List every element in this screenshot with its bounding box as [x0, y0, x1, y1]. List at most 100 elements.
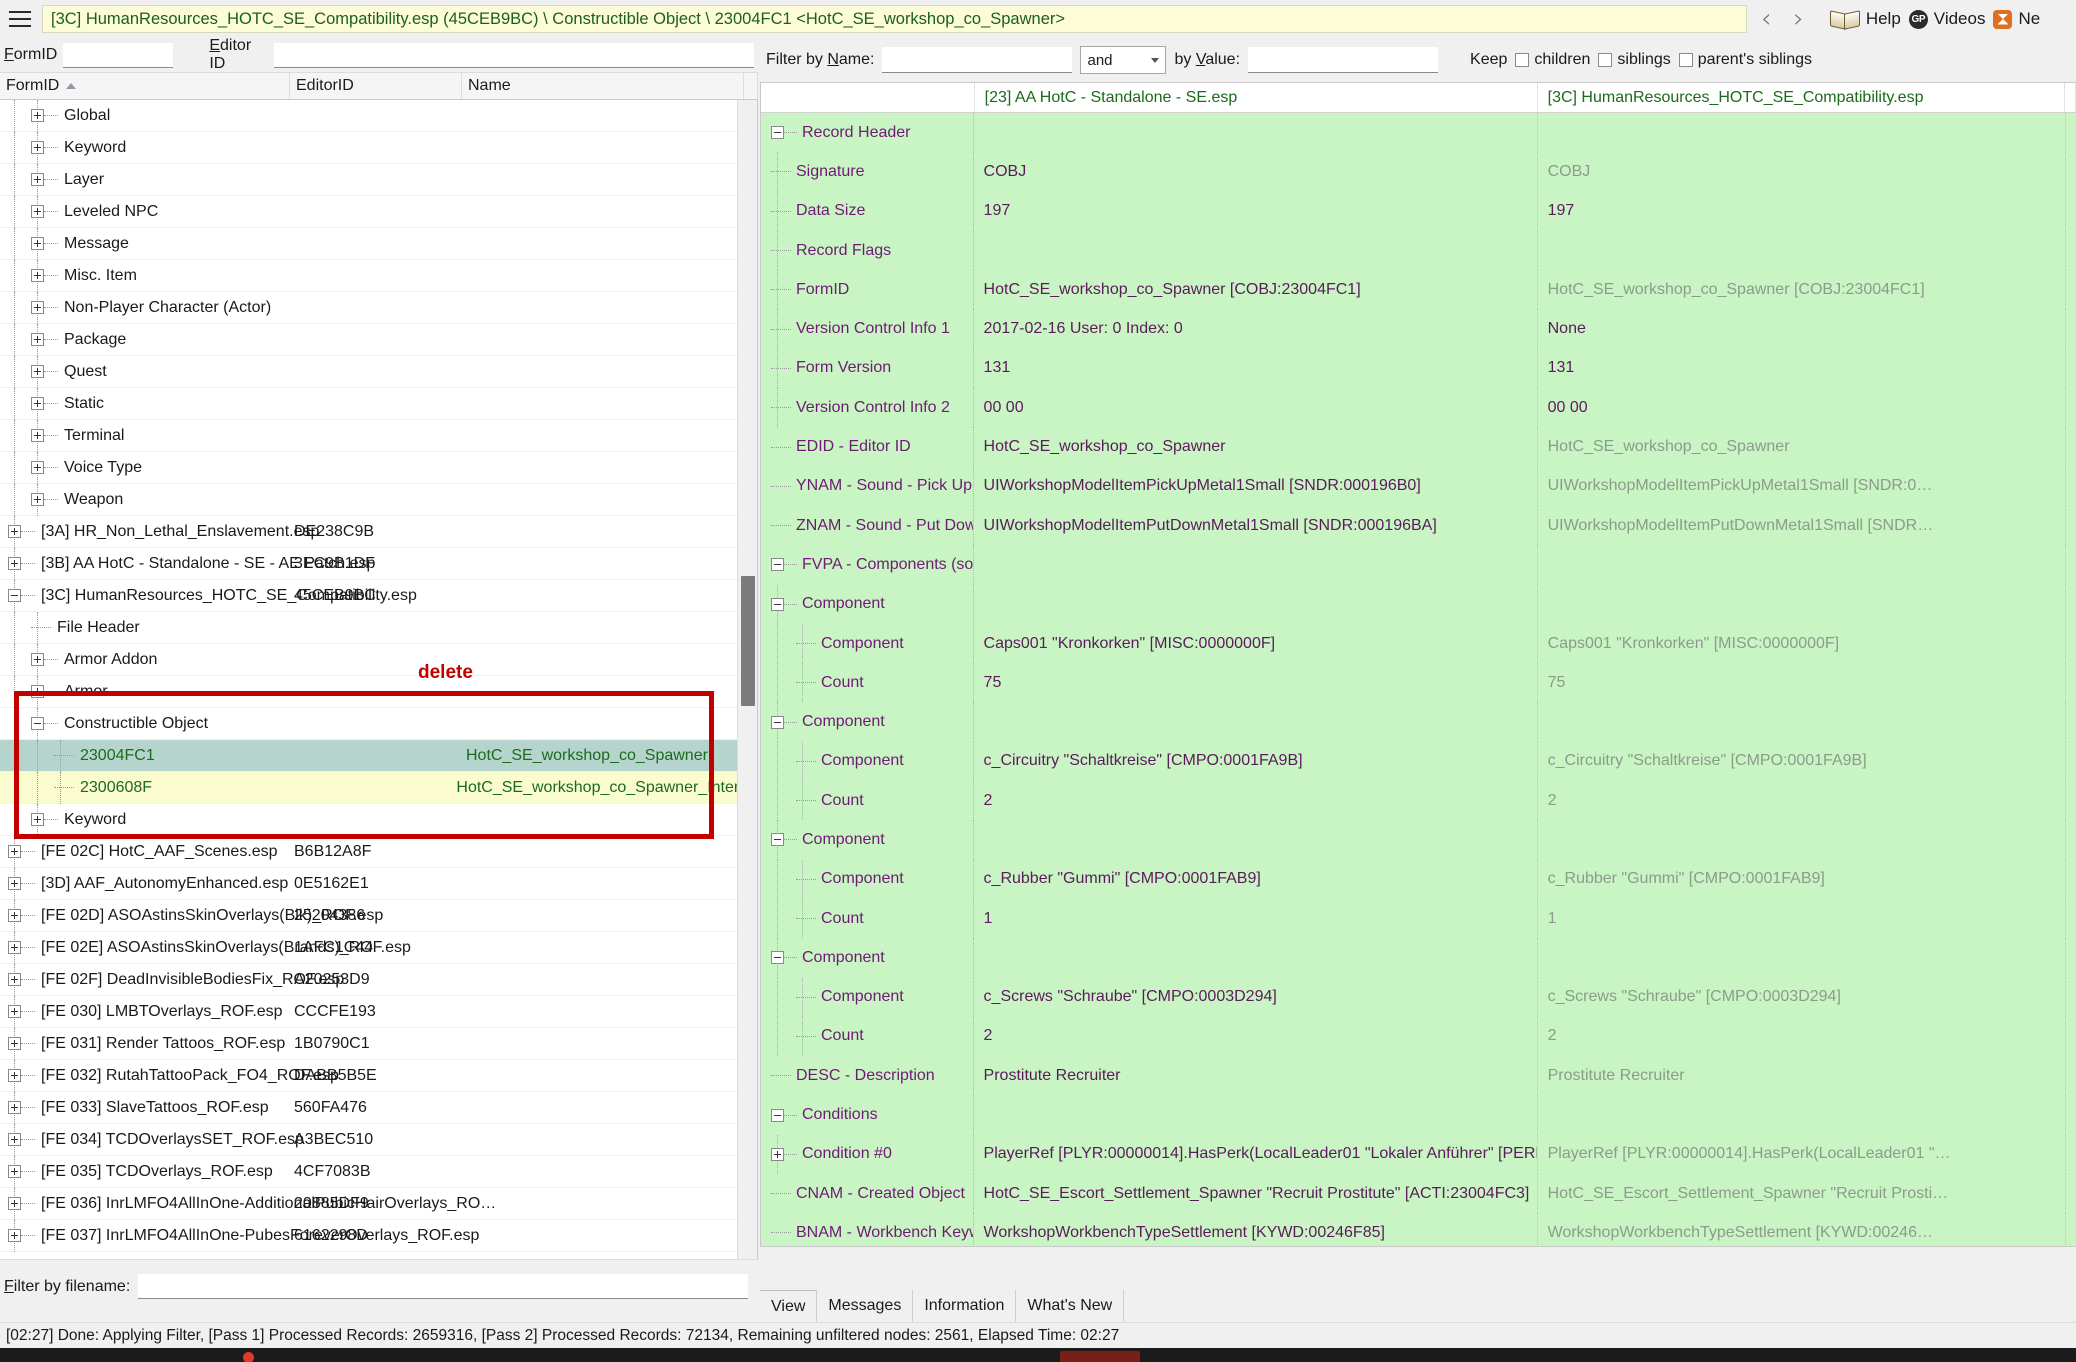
formid-input[interactable]	[63, 42, 174, 68]
compare-column-plugin-1[interactable]: [23] AA HotC - Standalone - SE.esp	[975, 83, 1538, 112]
tree-expander-plus-icon[interactable]	[8, 525, 21, 538]
tree-expander-plus-icon[interactable]	[8, 1197, 21, 1210]
column-header-editorid[interactable]: EditorID	[290, 73, 462, 99]
grid-expander-minus-icon[interactable]	[771, 597, 784, 611]
tree-row[interactable]: Weapon	[0, 483, 757, 516]
compare-row[interactable]: Component	[761, 702, 2076, 742]
editorid-input[interactable]	[274, 42, 754, 68]
tree-row[interactable]: File Header	[0, 611, 757, 644]
tree-row[interactable]: Armor	[0, 675, 757, 708]
tree-row[interactable]: [FE 036] InrLMFO4AllInOne-AdditionalPubi…	[0, 1187, 757, 1220]
compare-row[interactable]: Version Control Info 1 2017-02-16 User: 0…	[761, 309, 2076, 349]
compare-row[interactable]: Count 75 75	[761, 663, 2076, 703]
tree-expander-plus-icon[interactable]	[8, 845, 21, 858]
tree-row[interactable]: [FE 031] Render Tattoos_ROF.esp 1B0790C1	[0, 1027, 757, 1060]
compare-row[interactable]: Component	[761, 820, 2076, 860]
tree-row[interactable]: Global	[0, 100, 757, 132]
tree-expander-plus-icon[interactable]	[31, 461, 44, 474]
tree-expander-plus-icon[interactable]	[8, 1037, 21, 1050]
grid-expander-minus-icon[interactable]	[771, 558, 784, 572]
grid-expander-plus-icon[interactable]	[771, 1147, 784, 1161]
tree-expander-plus-icon[interactable]	[8, 1229, 21, 1242]
compare-row[interactable]: DESC - Description Prostitute Recruiter Pr…	[761, 1056, 2076, 1096]
tree-expander-plus-icon[interactable]	[8, 909, 21, 922]
tree-expander-plus-icon[interactable]	[8, 1165, 21, 1178]
tree-row[interactable]: [FE 02F] DeadInvisibleBodiesFix_ROF.esp A…	[0, 963, 757, 996]
compare-row[interactable]: Component	[761, 584, 2076, 624]
compare-column-field[interactable]	[761, 83, 975, 112]
compare-row[interactable]: FormID HotC_SE_workshop_co_Spawner [COBJ:…	[761, 270, 2076, 310]
tree-row[interactable]: 23004FC1 HotC_SE_workshop_co_Spawner	[0, 739, 757, 772]
tree-row[interactable]: [3A] HR_Non_Lethal_Enslavement.esp DE238C…	[0, 515, 757, 548]
compare-row[interactable]: ZNAM - Sound - Put Down UIWorkshopModelIt…	[761, 505, 2076, 546]
left-tree-scrollbar[interactable]	[737, 100, 757, 1259]
tree-expander-plus-icon[interactable]	[31, 653, 44, 666]
tree-expander-plus-icon[interactable]	[8, 1069, 21, 1082]
filename-filter-input[interactable]	[138, 1274, 749, 1299]
grid-expander-minus-icon[interactable]	[771, 951, 784, 965]
tree-row[interactable]: 2300608F HotC_SE_workshop_co_Spawner_Inte…	[0, 771, 757, 804]
tree-expander-plus-icon[interactable]	[8, 1005, 21, 1018]
tree-row[interactable]: [FE 02D] ASOAstinsSkinOverlays(Blk)_ROF.…	[0, 899, 757, 932]
compare-row[interactable]: FVPA - Components (sorted)	[761, 545, 2076, 585]
compare-row[interactable]: Component	[761, 938, 2076, 978]
tree-expander-plus-icon[interactable]	[8, 877, 21, 890]
back-chevron-left-icon[interactable]: ‹	[1761, 6, 1771, 32]
tree-row[interactable]: Message	[0, 227, 757, 260]
tree-expander-plus-icon[interactable]	[31, 365, 44, 378]
keep-parents-siblings-checkbox[interactable]: parent's siblings	[1678, 51, 1812, 69]
tree-expander-plus-icon[interactable]	[31, 397, 44, 410]
compare-row[interactable]: YNAM - Sound - Pick Up UIWorkshopModelIte…	[761, 466, 2076, 506]
tree-row[interactable]: [FE 035] TCDOverlays_ROF.esp 4CF7083B	[0, 1155, 757, 1188]
grid-expander-minus-icon[interactable]	[771, 1108, 784, 1122]
plugin-tree[interactable]: Global Keyword Layer Leveled NPC Message Misc…	[0, 100, 758, 1259]
compare-row[interactable]: Data Size 197 197	[761, 191, 2076, 231]
grid-expander-minus-icon[interactable]	[771, 126, 784, 140]
tree-expander-plus-icon[interactable]	[31, 205, 44, 218]
tree-expander-minus-icon[interactable]	[8, 589, 21, 602]
tree-row[interactable]: [FE 030] LMBTOverlays_ROF.esp CCCFE193	[0, 995, 757, 1028]
compare-row[interactable]: Form Version 131 131	[761, 348, 2076, 389]
grid-expander-minus-icon[interactable]	[771, 833, 784, 847]
tab-messages[interactable]: Messages	[817, 1290, 914, 1322]
keep-siblings-checkbox[interactable]: siblings	[1598, 51, 1671, 69]
compare-row[interactable]: Count 2 2	[761, 781, 2076, 821]
videos-link[interactable]: GP Videos	[1908, 9, 1985, 29]
tree-expander-plus-icon[interactable]	[8, 557, 21, 570]
compare-column-plugin-2[interactable]: [3C] HumanResources_HOTC_SE_Compatibilit…	[1538, 83, 2065, 112]
tree-expander-plus-icon[interactable]	[8, 941, 21, 954]
tree-row[interactable]: Package	[0, 323, 757, 356]
keep-children-checkbox[interactable]: children	[1515, 51, 1590, 69]
compare-row[interactable]: Count 2 2	[761, 1016, 2076, 1057]
hamburger-menu-icon[interactable]	[0, 0, 40, 38]
tree-row[interactable]: Quest	[0, 355, 757, 388]
filter-by-name-input[interactable]	[882, 47, 1073, 73]
tree-row[interactable]: [FE 032] RutahTattooPack_FO4_ROF.esp DABB…	[0, 1059, 757, 1092]
tree-row[interactable]: [3D] AAF_AutonomyEnhanced.esp 0E5162E1	[0, 867, 757, 900]
tree-row[interactable]: Armor Addon	[0, 643, 757, 676]
tree-row[interactable]: Misc. Item	[0, 259, 757, 292]
left-tree-scrollbar-thumb[interactable]	[741, 576, 755, 706]
compare-row[interactable]: BNAM - Workbench KeywordWorkshopWorkbenc…	[761, 1213, 2076, 1246]
tree-row[interactable]: Leveled NPC	[0, 195, 757, 228]
compare-row[interactable]: Component c_Screws "Schraube" [CMPO:0003D…	[761, 977, 2076, 1017]
tree-expander-plus-icon[interactable]	[31, 493, 44, 506]
tree-expander-plus-icon[interactable]	[31, 269, 44, 282]
tree-expander-plus-icon[interactable]	[31, 333, 44, 346]
tree-row[interactable]: [FE 02E] ASOAstinsSkinOverlays(Brands)_R…	[0, 931, 757, 964]
tree-expander-plus-icon[interactable]	[31, 813, 44, 826]
tree-row[interactable]: Keyword	[0, 803, 757, 836]
tree-expander-plus-icon[interactable]	[8, 1133, 21, 1146]
tree-expander-plus-icon[interactable]	[31, 141, 44, 154]
tree-expander-plus-icon[interactable]	[8, 973, 21, 986]
compare-row[interactable]: Version Control Info 2 00 00 00 00	[761, 388, 2076, 428]
compare-row[interactable]: Component Caps001 "Kronkorken" [MISC:0000…	[761, 623, 2076, 664]
tree-row[interactable]: Keyword	[0, 131, 757, 164]
tree-expander-plus-icon[interactable]	[31, 173, 44, 186]
compare-row[interactable]: Component c_Rubber "Gummi" [CMPO:0001FAB9…	[761, 859, 2076, 899]
tree-expander-plus-icon[interactable]	[31, 429, 44, 442]
compare-row[interactable]: Record Header	[761, 113, 2076, 153]
tree-expander-plus-icon[interactable]	[31, 109, 44, 122]
compare-row[interactable]: CNAM - Created Object HotC_SE_Escort_Sett…	[761, 1174, 2076, 1214]
tab-view[interactable]: View	[760, 1290, 818, 1322]
